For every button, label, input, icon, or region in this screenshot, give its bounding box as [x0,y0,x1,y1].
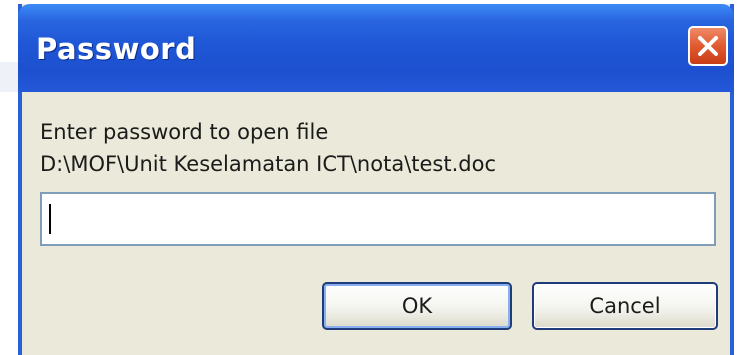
screen: Password Enter password to open file D:\… [0,0,742,355]
close-icon [698,36,718,56]
prompt-label: Enter password to open file [40,120,329,144]
close-button[interactable] [688,26,728,66]
text-caret [49,204,51,234]
cancel-button[interactable]: Cancel [532,282,718,330]
file-path-label: D:\MOF\Unit Keselamatan ICT\nota\test.do… [40,152,496,176]
dialog-body: Enter password to open file D:\MOF\Unit … [22,92,730,355]
password-input[interactable] [40,192,716,246]
password-dialog: Password Enter password to open file D:\… [18,4,734,355]
title-bar[interactable]: Password [18,4,734,92]
ok-button[interactable]: OK [322,282,512,330]
dialog-title: Password [36,32,197,66]
